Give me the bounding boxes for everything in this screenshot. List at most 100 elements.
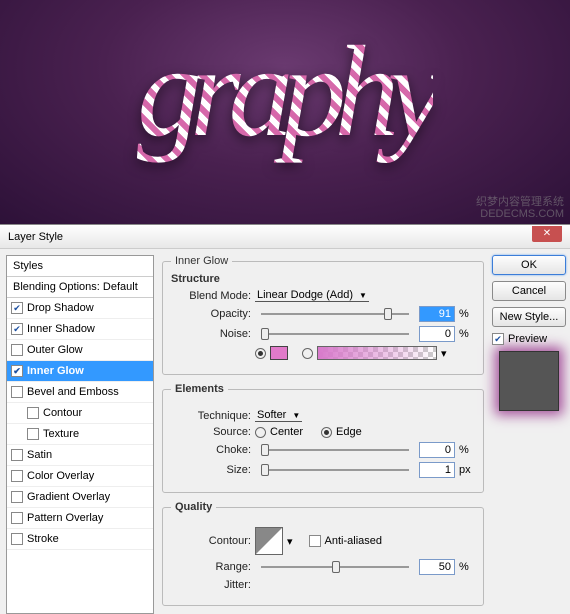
chevron-down-icon[interactable]: ▾ <box>441 347 447 360</box>
gradient-preview[interactable] <box>317 346 437 360</box>
range-input[interactable] <box>419 559 455 575</box>
size-unit: px <box>459 464 475 476</box>
source-center-label: Center <box>270 426 303 438</box>
style-preview-swatch <box>499 351 559 411</box>
dialog-buttons: OK Cancel New Style... Preview <box>492 255 570 614</box>
slider-thumb[interactable] <box>261 444 269 456</box>
layer-style-dialog: Layer Style ✕ Styles Blending Options: D… <box>0 225 570 614</box>
checkbox-icon[interactable] <box>11 491 23 503</box>
noise-label: Noise: <box>171 328 251 340</box>
slider-thumb[interactable] <box>384 308 392 320</box>
contour-label: Contour: <box>171 535 251 547</box>
checkbox-icon[interactable] <box>11 344 23 356</box>
chevron-down-icon: ▼ <box>292 411 300 420</box>
blend-mode-dropdown[interactable]: Linear Dodge (Add) ▼ <box>255 289 369 302</box>
blend-mode-value: Linear Dodge (Add) <box>257 289 353 301</box>
style-item-drop-shadow[interactable]: Drop Shadow <box>7 298 153 319</box>
range-label: Range: <box>171 561 251 573</box>
style-label: Color Overlay <box>27 470 94 482</box>
noise-input[interactable] <box>419 326 455 342</box>
technique-value: Softer <box>257 409 286 421</box>
dialog-title: Layer Style <box>8 231 63 243</box>
technique-label: Technique: <box>171 410 251 422</box>
ok-button[interactable]: OK <box>492 255 566 275</box>
style-item-pattern-overlay[interactable]: Pattern Overlay <box>7 508 153 529</box>
watermark-line1: 织梦内容管理系统 <box>476 196 564 208</box>
style-label: Satin <box>27 449 52 461</box>
range-slider[interactable] <box>261 560 409 574</box>
choke-unit: % <box>459 444 475 456</box>
opacity-unit: % <box>459 308 475 320</box>
style-item-satin[interactable]: Satin <box>7 445 153 466</box>
chevron-down-icon[interactable]: ▾ <box>287 535 293 548</box>
settings-panel: Inner Glow Structure Blend Mode: Linear … <box>162 255 484 614</box>
checkbox-icon[interactable] <box>11 302 23 314</box>
quality-fieldset: Quality Contour: ▾ Anti-aliased Range: <box>162 501 484 606</box>
style-label: Inner Glow <box>27 365 84 377</box>
choke-input[interactable] <box>419 442 455 458</box>
size-slider[interactable] <box>261 463 409 477</box>
cancel-button[interactable]: Cancel <box>492 281 566 301</box>
slider-track <box>261 449 409 451</box>
style-item-contour[interactable]: Contour <box>7 403 153 424</box>
antialias-checkbox[interactable] <box>309 535 321 547</box>
blending-options[interactable]: Blending Options: Default <box>7 277 153 298</box>
styles-header[interactable]: Styles <box>7 256 153 277</box>
source-edge-label: Edge <box>336 426 362 438</box>
checkbox-icon[interactable] <box>11 323 23 335</box>
watermark: 织梦内容管理系统 DEDECMS.COM <box>476 196 564 220</box>
choke-label: Choke: <box>171 444 251 456</box>
artwork-preview: graphy 织梦内容管理系统 DEDECMS.COM <box>0 0 570 225</box>
choke-slider[interactable] <box>261 443 409 457</box>
color-swatch[interactable] <box>270 346 288 360</box>
style-label: Drop Shadow <box>27 302 94 314</box>
source-edge-radio[interactable] <box>321 427 332 438</box>
style-item-texture[interactable]: Texture <box>7 424 153 445</box>
style-item-bevel-emboss[interactable]: Bevel and Emboss <box>7 382 153 403</box>
style-label: Gradient Overlay <box>27 491 110 503</box>
panel-title: Inner Glow <box>171 255 232 267</box>
style-item-outer-glow[interactable]: Outer Glow <box>7 340 153 361</box>
structure-heading: Structure <box>171 273 475 285</box>
color-radio[interactable] <box>255 348 266 359</box>
checkbox-icon[interactable] <box>11 386 23 398</box>
checkbox-icon[interactable] <box>11 449 23 461</box>
noise-slider[interactable] <box>261 327 409 341</box>
styles-list: Styles Blending Options: Default Drop Sh… <box>6 255 154 614</box>
checkbox-icon[interactable] <box>11 470 23 482</box>
contour-picker[interactable] <box>255 527 283 555</box>
checkbox-icon[interactable] <box>11 533 23 545</box>
chevron-down-icon: ▼ <box>359 291 367 300</box>
artwork-text: graphy <box>137 17 433 167</box>
checkbox-icon[interactable] <box>27 428 39 440</box>
style-item-inner-shadow[interactable]: Inner Shadow <box>7 319 153 340</box>
source-center-radio[interactable] <box>255 427 266 438</box>
preview-checkbox[interactable] <box>492 333 504 345</box>
slider-thumb[interactable] <box>261 328 269 340</box>
style-item-stroke[interactable]: Stroke <box>7 529 153 550</box>
technique-dropdown[interactable]: Softer ▼ <box>255 409 302 422</box>
close-icon[interactable]: ✕ <box>532 226 562 242</box>
opacity-input[interactable] <box>419 306 455 322</box>
slider-track <box>261 333 409 335</box>
style-label: Bevel and Emboss <box>27 386 119 398</box>
source-label: Source: <box>171 426 251 438</box>
slider-thumb[interactable] <box>332 561 340 573</box>
jitter-label: Jitter: <box>171 579 251 591</box>
gradient-radio[interactable] <box>302 348 313 359</box>
slider-thumb[interactable] <box>261 464 269 476</box>
size-input[interactable] <box>419 462 455 478</box>
inner-glow-fieldset: Inner Glow Structure Blend Mode: Linear … <box>162 255 484 375</box>
style-item-inner-glow[interactable]: Inner Glow <box>7 361 153 382</box>
style-label: Inner Shadow <box>27 323 95 335</box>
quality-heading: Quality <box>171 501 216 513</box>
opacity-slider[interactable] <box>261 307 409 321</box>
slider-track <box>261 469 409 471</box>
new-style-button[interactable]: New Style... <box>492 307 566 327</box>
checkbox-icon[interactable] <box>11 365 23 377</box>
style-item-color-overlay[interactable]: Color Overlay <box>7 466 153 487</box>
dialog-titlebar[interactable]: Layer Style ✕ <box>0 226 570 249</box>
checkbox-icon[interactable] <box>27 407 39 419</box>
checkbox-icon[interactable] <box>11 512 23 524</box>
style-item-gradient-overlay[interactable]: Gradient Overlay <box>7 487 153 508</box>
